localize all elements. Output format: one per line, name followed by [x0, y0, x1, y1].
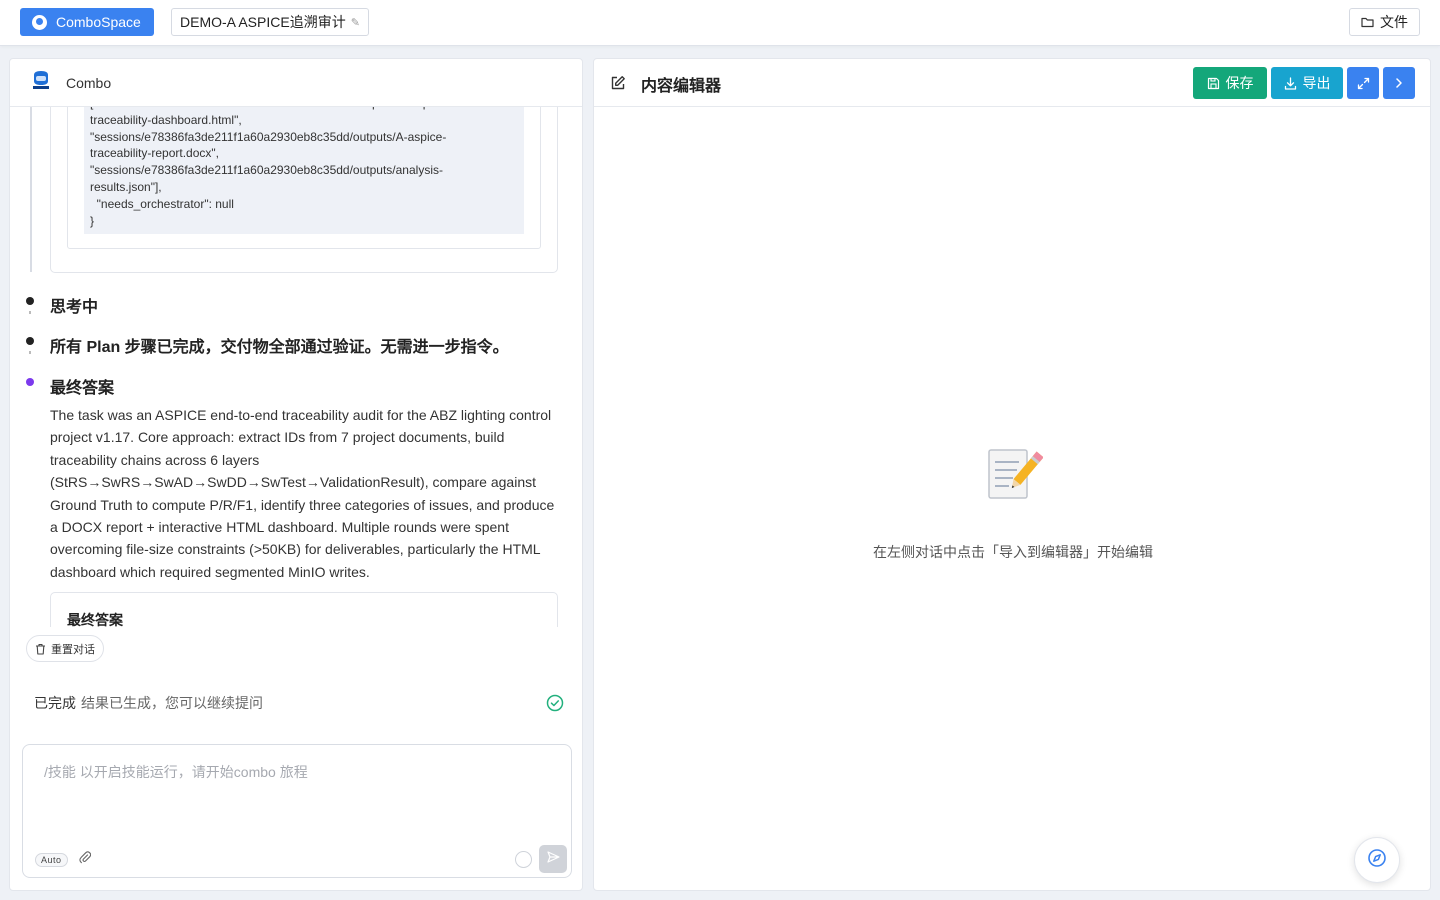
chevron-right-icon — [1394, 77, 1404, 89]
brand-logo-icon — [32, 14, 47, 30]
expand-icon — [1357, 77, 1370, 90]
step-dot-icon — [26, 297, 34, 305]
status-message: 结果已生成，您可以继续提问 — [81, 695, 263, 711]
agent-avatar-icon — [30, 69, 52, 96]
step-title: 思考中 — [50, 299, 99, 316]
editor-header: 内容编辑器 保存 导出 — [594, 59, 1430, 107]
step-title: 最终答案 — [50, 380, 115, 397]
brand-label: ComboSpace — [56, 14, 141, 30]
folder-icon — [1361, 16, 1374, 28]
save-button[interactable]: 保存 — [1193, 67, 1267, 99]
top-bar: ComboSpace DEMO-A ASPICE追溯审计 ✎ 文件 — [0, 0, 1440, 46]
send-button[interactable] — [539, 845, 567, 873]
tool-output-inner-card: [ sessions/e78386fa3de211f1a60a2930eb8c3… — [67, 107, 541, 249]
memo-icon — [983, 444, 1044, 504]
download-icon — [1284, 76, 1297, 90]
status-done: 已完成 — [34, 695, 76, 711]
compass-icon — [1367, 848, 1387, 873]
final-answer-card-label: 最终答案 — [67, 612, 123, 627]
editor-title: 内容编辑器 — [641, 78, 722, 95]
step-tick — [29, 351, 31, 354]
files-label: 文件 — [1380, 14, 1408, 30]
mode-selector[interactable]: Auto — [35, 853, 68, 867]
editor-panel: 内容编辑器 保存 导出 在左侧对话中点击「导入到编辑器」开始编辑 — [593, 58, 1431, 891]
editor-empty-hint: 在左侧对话中点击「导入到编辑器」开始编辑 — [873, 544, 1153, 560]
collapse-panel-button[interactable] — [1383, 67, 1415, 99]
message-input[interactable] — [24, 746, 570, 836]
edit-icon — [610, 75, 626, 96]
export-button[interactable]: 导出 — [1271, 67, 1343, 99]
message-list[interactable]: [ sessions/e78386fa3de211f1a60a2930eb8c3… — [10, 107, 582, 627]
final-answer-card: 最终答案 — [50, 592, 558, 627]
brand-button[interactable]: ComboSpace — [20, 8, 154, 36]
export-label: 导出 — [1302, 75, 1331, 91]
pencil-icon: ✎ — [350, 16, 360, 29]
chat-header: Combo — [10, 59, 582, 107]
agent-name: Combo — [66, 74, 112, 91]
files-button[interactable]: 文件 — [1349, 8, 1420, 36]
check-circle-icon — [546, 694, 564, 715]
chat-panel: Combo [ sessions/e78386fa3de211f1a60a293… — [9, 58, 583, 891]
step-title: 所有 Plan 步骤已完成，交付物全部通过验证。无需进一步指令。 — [50, 339, 509, 356]
tool-output-code: [ sessions/e78386fa3de211f1a60a2930eb8c3… — [84, 107, 524, 234]
step-tick — [29, 311, 31, 314]
expand-button[interactable] — [1347, 67, 1379, 99]
trash-icon — [35, 643, 46, 655]
final-answer-text: The task was an ASPICE end-to-end tracea… — [50, 407, 555, 580]
save-label: 保存 — [1225, 75, 1254, 91]
send-icon — [546, 850, 560, 868]
project-name: DEMO-A ASPICE追溯审计 — [180, 14, 346, 30]
step-dot-icon — [26, 337, 34, 345]
compass-button[interactable] — [1354, 837, 1400, 883]
timeline-line — [30, 107, 32, 272]
step-dot-icon — [26, 378, 34, 386]
project-name-button[interactable]: DEMO-A ASPICE追溯审计 ✎ — [171, 8, 369, 36]
status-circle-icon[interactable] — [515, 851, 532, 868]
message-composer: Auto — [22, 744, 572, 878]
reset-label: 重置对话 — [51, 643, 95, 656]
paperclip-icon[interactable] — [79, 851, 92, 869]
status-bar: 已完成 结果已生成，您可以继续提问 — [34, 692, 564, 714]
save-icon — [1207, 77, 1220, 90]
tool-output-card: [ sessions/e78386fa3de211f1a60a2930eb8c3… — [50, 107, 558, 273]
reset-conversation-button[interactable]: 重置对话 — [26, 635, 104, 662]
